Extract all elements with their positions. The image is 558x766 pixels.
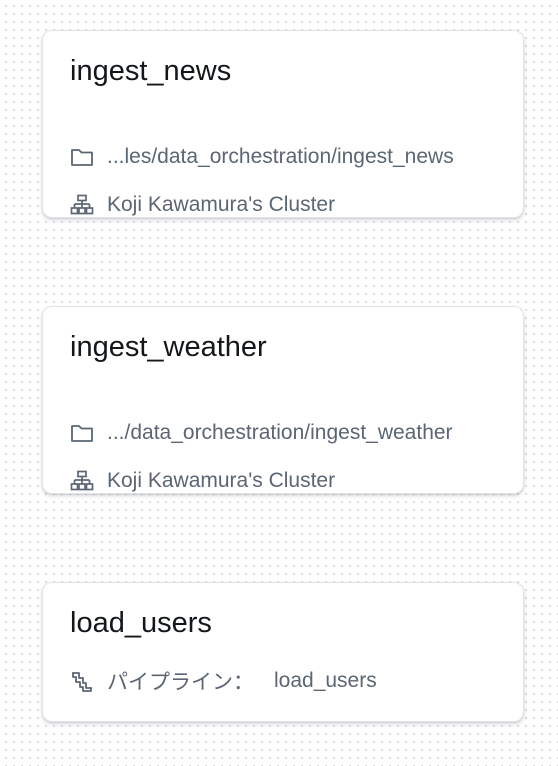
notebook-path-text: .../data_orchestration/ingest_weather: [107, 421, 453, 444]
cluster-icon: [70, 193, 94, 217]
task-card-title: ingest_weather: [70, 331, 267, 363]
notebook-path-text: ...les/data_orchestration/ingest_news: [107, 145, 454, 168]
folder-icon: [70, 421, 94, 445]
task-card-title: ingest_news: [70, 55, 232, 87]
cluster-icon: [70, 469, 94, 493]
notebook-path: ...les/data_orchestration/ingest_news: [70, 143, 503, 171]
cluster-name: Koji Kawamura's Cluster: [107, 193, 336, 216]
cluster-info: Koji Kawamura's Cluster: [70, 191, 503, 219]
pipeline-info: パイプライン： load_users: [70, 667, 503, 695]
pipeline-label: パイプライン：: [107, 671, 254, 694]
folder-icon: [70, 145, 94, 169]
task-card-ingest-weather[interactable]: ingest_weather .../data_orchestration/in…: [42, 306, 524, 494]
pipeline-icon: [70, 669, 94, 693]
task-card-ingest-news[interactable]: ingest_news ...les/data_orchestration/in…: [42, 30, 524, 218]
notebook-path: .../data_orchestration/ingest_weather: [70, 419, 503, 447]
task-card-title: load_users: [70, 607, 212, 639]
pipeline-name: load_users: [274, 669, 377, 692]
task-card-load-users[interactable]: load_users パイプライン： load_users: [42, 582, 524, 722]
cluster-name: Koji Kawamura's Cluster: [107, 469, 336, 492]
cluster-info: Koji Kawamura's Cluster: [70, 467, 503, 495]
